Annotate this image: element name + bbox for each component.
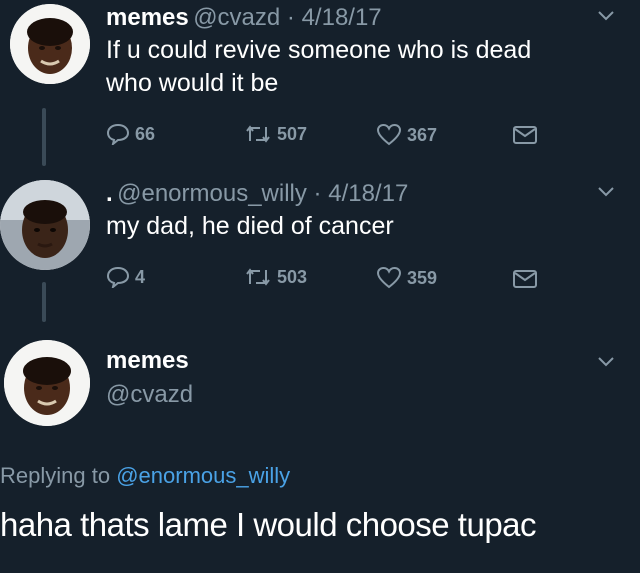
handle[interactable]: @cvazd bbox=[106, 381, 193, 409]
like-count: 359 bbox=[407, 267, 438, 288]
tweet-text-line: who would it be bbox=[106, 69, 279, 97]
tweet-text: my dad, he died of cancer bbox=[106, 210, 394, 243]
tweet-text: If u could revive someone who is dead wh… bbox=[106, 34, 531, 100]
avatar[interactable] bbox=[10, 4, 90, 84]
display-name[interactable]: memes bbox=[106, 4, 189, 31]
reply-button[interactable]: 66 bbox=[106, 123, 155, 145]
thread-line bbox=[42, 282, 46, 322]
handle-date[interactable]: @enormous_willy · 4/18/17 bbox=[117, 180, 408, 207]
like-count: 367 bbox=[407, 124, 438, 145]
like-button[interactable]: 367 bbox=[376, 123, 437, 147]
reply-button[interactable]: 4 bbox=[106, 266, 145, 288]
reply-icon bbox=[106, 123, 130, 145]
retweet-button[interactable]: 503 bbox=[244, 266, 307, 288]
retweet-count: 507 bbox=[277, 123, 308, 144]
thread-line bbox=[42, 108, 46, 166]
retweet-icon bbox=[246, 268, 270, 286]
replying-to: Replying to @enormous_willy bbox=[0, 463, 290, 489]
avatar[interactable] bbox=[4, 340, 90, 426]
retweet-count: 503 bbox=[277, 266, 308, 287]
tweet-header: memes @cvazd · 4/18/17 bbox=[106, 4, 382, 32]
dm-icon bbox=[513, 270, 537, 288]
chevron-down-icon[interactable] bbox=[597, 186, 615, 198]
dm-button[interactable] bbox=[512, 124, 538, 146]
like-button[interactable]: 359 bbox=[376, 266, 437, 290]
reply-icon bbox=[106, 266, 130, 288]
replying-to-link[interactable]: @enormous_willy bbox=[116, 463, 290, 488]
avatar[interactable] bbox=[0, 180, 90, 270]
display-name[interactable]: . bbox=[106, 180, 113, 207]
replying-to-prefix: Replying to bbox=[0, 463, 111, 488]
retweet-icon bbox=[246, 125, 270, 143]
tweet-text-line: If u could revive someone who is dead bbox=[106, 36, 532, 64]
like-icon bbox=[376, 123, 402, 146]
like-icon bbox=[376, 266, 402, 289]
retweet-button[interactable]: 507 bbox=[244, 123, 307, 145]
display-name[interactable]: memes bbox=[106, 347, 189, 375]
chevron-down-icon[interactable] bbox=[597, 10, 615, 22]
tweet-text-line: my dad, he died of cancer bbox=[106, 212, 394, 240]
chevron-down-icon[interactable] bbox=[597, 356, 615, 368]
dm-button[interactable] bbox=[512, 268, 538, 290]
reply-count: 66 bbox=[135, 123, 156, 144]
dm-icon bbox=[513, 126, 537, 144]
handle-date[interactable]: @cvazd · 4/18/17 bbox=[193, 4, 381, 31]
tweet-header: . @enormous_willy · 4/18/17 bbox=[106, 180, 408, 208]
reply-text: haha thats lame I would choose tupac bbox=[0, 506, 537, 543]
reply-count: 4 bbox=[135, 266, 146, 287]
